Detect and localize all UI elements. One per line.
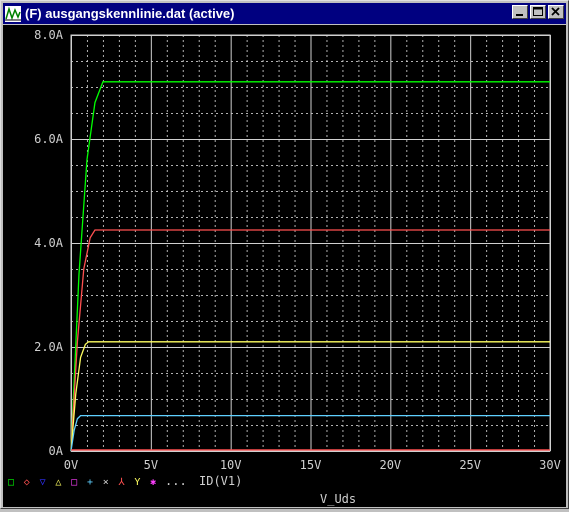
x-tick-label: 5V	[144, 458, 158, 472]
minimize-icon	[516, 14, 523, 16]
legend-marker-icon: ×	[103, 477, 109, 488]
legend-marker-icon: △	[55, 477, 61, 488]
x-tick-label: 20V	[379, 458, 401, 472]
legend-marker-icon: ◇	[24, 477, 30, 488]
probe-waveform-icon	[5, 5, 21, 22]
title-bar[interactable]: (F) ausgangskennlinie.dat (active)	[3, 3, 566, 24]
x-tick-label: 25V	[459, 458, 481, 472]
plot-area[interactable]: 0V 5V 10V 15V 20V 25V 30V 0A 2.0A 4.0A 6.0A 8.0A □ ◇…	[3, 25, 566, 507]
x-tick-label: 30V	[539, 458, 561, 472]
y-tick-label: 6.0A	[34, 132, 64, 146]
y-tick-label: 4.0A	[34, 236, 64, 250]
legend-marker-icon: +	[87, 477, 93, 488]
y-tick-label: 8.0A	[34, 28, 64, 42]
legend-marker-icon: □	[8, 477, 14, 488]
x-tick-label: 10V	[220, 458, 242, 472]
legend-ellipsis: ...	[165, 474, 187, 488]
legend-marker-icon: □	[71, 477, 77, 488]
y-tick-label: 2.0A	[34, 340, 64, 354]
close-icon	[551, 7, 560, 16]
chart-canvas: 0V 5V 10V 15V 20V 25V 30V 0A 2.0A 4.0A 6.0A 8.0A □ ◇…	[8, 28, 561, 506]
plot-window: (F) ausgangskennlinie.dat (active) 0V 5V 1…	[0, 0, 569, 509]
legend-marker-icon: ▽	[40, 477, 46, 488]
close-button[interactable]	[548, 5, 564, 19]
legend-marker-icon: Y	[134, 477, 140, 488]
x-tick-label: 0V	[64, 458, 78, 472]
minimize-button[interactable]	[512, 5, 528, 19]
legend-marker-icon: ✱	[150, 477, 156, 488]
x-axis-label: V_Uds	[320, 492, 356, 506]
legend-marker-icon: ⅄	[118, 477, 126, 488]
maximize-icon	[533, 7, 543, 16]
legend-trace-name[interactable]: ID(V1)	[199, 474, 242, 488]
x-tick-label: 15V	[300, 458, 322, 472]
window-title: (F) ausgangskennlinie.dat (active)	[25, 6, 235, 21]
maximize-button[interactable]	[530, 5, 546, 19]
y-tick-label: 0A	[49, 444, 64, 458]
